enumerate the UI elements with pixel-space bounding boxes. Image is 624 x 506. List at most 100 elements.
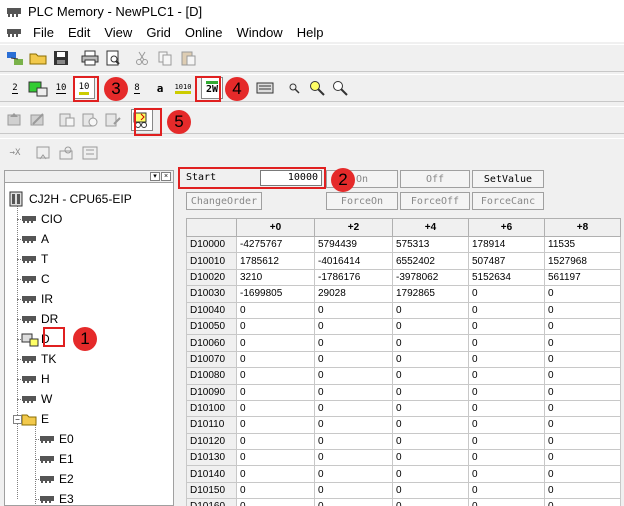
zoom-in-button[interactable]	[306, 77, 328, 99]
memory-cell[interactable]: 1527968	[544, 252, 621, 270]
memory-cell[interactable]: 0	[314, 334, 393, 352]
memory-cell[interactable]: 0	[314, 301, 393, 319]
menu-help[interactable]: Help	[290, 25, 331, 40]
memory-cell[interactable]: 0	[314, 317, 393, 336]
memory-cell[interactable]: 1792865	[392, 285, 469, 303]
decimal-format-button[interactable]: 10	[50, 77, 72, 99]
ascii-format-button[interactable]: a	[149, 77, 171, 99]
tree-item-cio[interactable]: CIO	[21, 209, 62, 229]
online-edit-button[interactable]	[102, 109, 124, 131]
memory-cell[interactable]: 0	[314, 399, 393, 418]
cut-button[interactable]	[131, 47, 153, 69]
memory-cell[interactable]: 1785612	[236, 252, 315, 270]
display-settings-button[interactable]	[254, 77, 276, 99]
copy-button[interactable]	[154, 47, 176, 69]
print-preview-button[interactable]	[102, 47, 124, 69]
off-button[interactable]: Off	[400, 170, 470, 188]
tree-pane-dropdown-button[interactable]: ▾	[150, 172, 160, 181]
memory-cell[interactable]: 0	[468, 416, 545, 434]
print-button[interactable]	[79, 47, 101, 69]
column-header[interactable]: +6	[468, 218, 545, 237]
memory-cell[interactable]: 0	[468, 498, 545, 506]
connect-plc-button[interactable]	[4, 47, 26, 69]
menu-file[interactable]: File	[26, 25, 61, 40]
memory-cell[interactable]: 0	[236, 399, 315, 418]
memory-cell[interactable]: 0	[314, 498, 393, 506]
memory-chip-icon[interactable]	[6, 26, 22, 38]
open-button[interactable]	[27, 47, 49, 69]
bit-monitor-button[interactable]	[27, 77, 49, 99]
memory-cell[interactable]: 575313	[392, 235, 469, 254]
memory-cell[interactable]: 178914	[468, 235, 545, 254]
memory-cell[interactable]: 0	[314, 350, 393, 369]
monitor-button[interactable]	[79, 109, 101, 131]
memory-cell[interactable]: -4275767	[236, 235, 315, 254]
tree-item-e0[interactable]: E0	[39, 429, 74, 449]
memory-cell[interactable]: 0	[468, 383, 545, 401]
memory-cell[interactable]: 0	[544, 367, 621, 385]
memory-cell[interactable]: 11535	[544, 235, 621, 254]
memory-cell[interactable]: 6552402	[392, 252, 469, 270]
set-button[interactable]	[56, 142, 78, 164]
save-button[interactable]	[50, 47, 72, 69]
tree-item-ir[interactable]: IR	[21, 289, 53, 309]
column-header[interactable]: +4	[392, 218, 469, 237]
memory-cell[interactable]: 0	[236, 367, 315, 385]
bcd-format-button[interactable]: 1010	[172, 77, 194, 99]
address-button[interactable]	[33, 142, 55, 164]
tree-item-tk[interactable]: TK	[21, 349, 56, 369]
memory-cell[interactable]: 0	[544, 416, 621, 434]
memory-cell[interactable]: 0	[392, 481, 469, 500]
find-button[interactable]	[283, 77, 305, 99]
zoom-out-button[interactable]	[329, 77, 351, 99]
tree-item-e3[interactable]: E3	[39, 489, 74, 505]
memory-cell[interactable]: 0	[314, 367, 393, 385]
memory-cell[interactable]: 0	[392, 449, 469, 467]
memory-cell[interactable]: 0	[544, 285, 621, 303]
memory-cell[interactable]: 0	[468, 367, 545, 385]
memory-cell[interactable]: 0	[468, 334, 545, 352]
compare-button[interactable]	[56, 109, 78, 131]
memory-cell[interactable]: 0	[544, 350, 621, 369]
memory-cell[interactable]: 0	[392, 301, 469, 319]
memory-cell[interactable]: 0	[392, 317, 469, 336]
memory-cell[interactable]: 0	[544, 317, 621, 336]
memory-cell[interactable]: -3978062	[392, 268, 469, 287]
memory-cell[interactable]: 0	[468, 465, 545, 483]
paste-button[interactable]	[177, 47, 199, 69]
memory-cell[interactable]: 0	[544, 465, 621, 483]
setvalue-button[interactable]: SetValue	[472, 170, 544, 188]
memory-cell[interactable]: 0	[468, 481, 545, 500]
memory-cell[interactable]: 0	[544, 334, 621, 352]
column-header[interactable]: +0	[236, 218, 315, 237]
memory-cell[interactable]: 0	[236, 317, 315, 336]
menu-view[interactable]: View	[97, 25, 139, 40]
memory-cell[interactable]: 561197	[544, 268, 621, 287]
binary-format-button[interactable]: 2	[4, 77, 26, 99]
memory-cell[interactable]: 5152634	[468, 268, 545, 287]
memory-cell[interactable]: -1786176	[314, 268, 393, 287]
memory-cell[interactable]: 0	[392, 416, 469, 434]
memory-cell[interactable]: 0	[392, 350, 469, 369]
memory-cell[interactable]: 0	[544, 449, 621, 467]
memory-cell[interactable]: 0	[392, 498, 469, 506]
memory-cell[interactable]: 0	[392, 465, 469, 483]
memory-cell[interactable]: 0	[236, 465, 315, 483]
memory-cell[interactable]: 0	[314, 432, 393, 451]
menu-edit[interactable]: Edit	[61, 25, 97, 40]
forceon-button[interactable]: ForceOn	[326, 192, 398, 210]
memory-cell[interactable]: 0	[544, 399, 621, 418]
menu-grid[interactable]: Grid	[139, 25, 178, 40]
forcecanc-button[interactable]: ForceCanc	[472, 192, 544, 210]
memory-cell[interactable]: 0	[392, 383, 469, 401]
memory-cell[interactable]: 3210	[236, 268, 315, 287]
tree-item-h[interactable]: H	[21, 369, 50, 389]
memory-cell[interactable]: 0	[468, 350, 545, 369]
tree-item-dr[interactable]: DR	[21, 309, 58, 329]
memory-cell[interactable]: 29028	[314, 285, 393, 303]
memory-cell[interactable]: 0	[236, 383, 315, 401]
memory-cell[interactable]: 0	[468, 432, 545, 451]
forceoff-button[interactable]: ForceOff	[400, 192, 470, 210]
memory-cell[interactable]: 0	[236, 449, 315, 467]
memory-cell[interactable]: 0	[392, 399, 469, 418]
